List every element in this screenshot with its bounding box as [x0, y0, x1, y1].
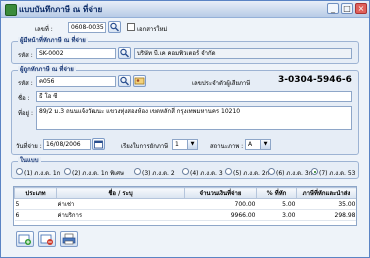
minimize-button[interactable]: _ [327, 3, 339, 14]
form-option-radio-1[interactable] [16, 168, 23, 175]
status-select[interactable]: A ▼ [245, 139, 271, 150]
search-icon [120, 48, 129, 58]
payer-code-field[interactable]: SK-0002 [36, 48, 116, 59]
payer-search-button[interactable] [118, 47, 131, 59]
grid-header[interactable]: ประเภท [14, 187, 57, 199]
doc-number-label: เลขที่ : [35, 26, 53, 33]
form-option-radio-6[interactable] [268, 168, 275, 175]
form-option-label-2: (2) ภ.ง.ด. 1ก พิเศษ [72, 170, 124, 177]
form-option-label-3: (3) ภ.ง.ด. 2 [142, 170, 175, 177]
form-option-label-4: (4) ภ.ง.ด. 3 [190, 170, 223, 177]
payee-name-field[interactable]: ธี โอ ซี [36, 91, 352, 102]
payee-contact-button[interactable] [133, 75, 146, 87]
grid-cell[interactable]: 700.00 [184, 198, 257, 210]
calendar-icon [94, 140, 103, 149]
payee-address-field[interactable]: 89/2 ม.3 ถนนแจ้งวัฒนะ แขวงทุ่งสองห้อง เข… [36, 106, 352, 130]
app-window: แบบบันทึกภาษี ณ ที่จ่าย _ □ × เลขที่ : 0… [0, 0, 370, 258]
payee-name-label: ชื่อ : [18, 95, 30, 102]
payer-group-title: ผู้มีหน้าที่หักภาษี ณ ที่จ่าย [18, 37, 88, 45]
grid-cell[interactable]: 9966.00 [184, 209, 257, 221]
form-option-label-6: (6) ภ.ง.ด. 3ก [276, 170, 313, 177]
doc-search-button[interactable] [108, 21, 121, 33]
form-type-group: ในแบบ (1) ภ.ง.ด. 1ก (2) ภ.ง.ด. 1ก พิเศษ … [11, 157, 359, 179]
form-option-radio-3[interactable] [134, 168, 141, 175]
contact-card-icon [134, 77, 145, 85]
grid-cell[interactable]: ค่าเช่า [56, 198, 185, 210]
form-option-radio-5[interactable] [225, 168, 232, 175]
pay-date-label: วันที่จ่าย : [16, 143, 42, 150]
chevron-down-icon: ▼ [187, 140, 197, 149]
tax-items-grid: ประเภท ชื่อ / ระบุ จำนวนเงินที่จ่าย % ที… [13, 186, 357, 226]
grid-cell[interactable]: 35.00 [296, 198, 356, 210]
search-icon [110, 22, 119, 32]
form-option-radio-7[interactable] [311, 168, 318, 175]
payee-search-button[interactable] [118, 75, 131, 87]
add-record-button[interactable] [16, 231, 34, 247]
app-icon [5, 4, 17, 16]
delete-record-button[interactable] [38, 231, 56, 247]
payee-address-label: ที่อยู่ : [18, 110, 34, 117]
order-value: 1 [175, 141, 179, 148]
form-type-title: ในแบบ [18, 157, 41, 165]
table-row[interactable]: 5 ค่าเช่า 700.00 5.00 35.00 [14, 198, 356, 210]
delete-record-icon [40, 234, 53, 245]
payer-code-label: รหัส : [18, 52, 33, 59]
status-label: สถานะภาพ : [210, 143, 244, 150]
chevron-down-icon: ▼ [260, 140, 270, 149]
payee-code-field[interactable]: ค056 [36, 76, 116, 87]
payee-code-label: รหัส : [18, 80, 33, 87]
date-picker-button[interactable] [92, 138, 105, 150]
payer-name-field: บริษัท บี.เค คอมพิวเตอร์ จำกัด [134, 48, 352, 59]
order-label: เรียงใบการยักภาษี [121, 143, 169, 150]
grid-cell[interactable]: 298.98 [296, 209, 356, 221]
status-value: A [248, 141, 253, 148]
taxid-label: เลขประจำตัวผู้เสียภาษี [192, 80, 251, 87]
order-select[interactable]: 1 ▼ [172, 139, 198, 150]
form-option-radio-4[interactable] [182, 168, 189, 175]
doc-number-field[interactable]: 0608-0035 [68, 22, 106, 33]
grid-header-row: ประเภท ชื่อ / ระบุ จำนวนเงินที่จ่าย % ที… [14, 187, 356, 199]
grid-header[interactable]: ภาษีที่หักและนำส่ง [296, 187, 356, 199]
print-button[interactable] [60, 231, 78, 247]
maximize-button[interactable]: □ [341, 3, 353, 14]
form-option-radio-2[interactable] [64, 168, 71, 175]
grid-header[interactable]: % ที่หัก [256, 187, 297, 199]
window-title: แบบบันทึกภาษี ณ ที่จ่าย [19, 5, 103, 14]
payer-group: ผู้มีหน้าที่หักภาษี ณ ที่จ่าย รหัส : SK-… [11, 37, 359, 64]
form-option-label-5: (5) ภ.ง.ด. 2ก [233, 170, 270, 177]
pay-date-field[interactable]: 16/08/2006 [43, 139, 91, 150]
grid-cell[interactable]: 6 [14, 209, 57, 221]
grid-header[interactable]: จำนวนเงินที่จ่าย [184, 187, 257, 199]
title-bar: แบบบันทึกภาษี ณ ที่จ่าย _ □ × [1, 1, 369, 18]
close-button[interactable]: × [355, 3, 367, 14]
form-option-label-1: (1) ภ.ง.ด. 1ก [24, 170, 61, 177]
payee-group-title: ผู้ถูกหักภาษี ณ ที่จ่าย [18, 66, 76, 74]
grid-cell[interactable]: 5 [14, 198, 57, 210]
table-row[interactable]: 6 ค่าบริการ 9966.00 3.00 298.98 [14, 209, 356, 221]
search-icon [120, 76, 129, 86]
grid-cell[interactable]: 5.00 [256, 198, 297, 210]
taxid-value: 3-0304-5946-6 [278, 75, 352, 85]
print-icon [62, 233, 76, 245]
grid-cell[interactable]: 3.00 [256, 209, 297, 221]
form-option-label-7: (7) ภ.ง.ด. 53 [319, 170, 356, 177]
grid-header[interactable]: ชื่อ / ระบุ [56, 187, 185, 199]
new-doc-checkbox[interactable] [127, 23, 135, 31]
payee-group: ผู้ถูกหักภาษี ณ ที่จ่าย รหัส : ค056 เลขป… [11, 66, 359, 155]
grid-cell[interactable]: ค่าบริการ [56, 209, 185, 221]
add-record-icon [18, 234, 31, 245]
new-doc-label: เอกสารใหม่ [137, 26, 168, 33]
